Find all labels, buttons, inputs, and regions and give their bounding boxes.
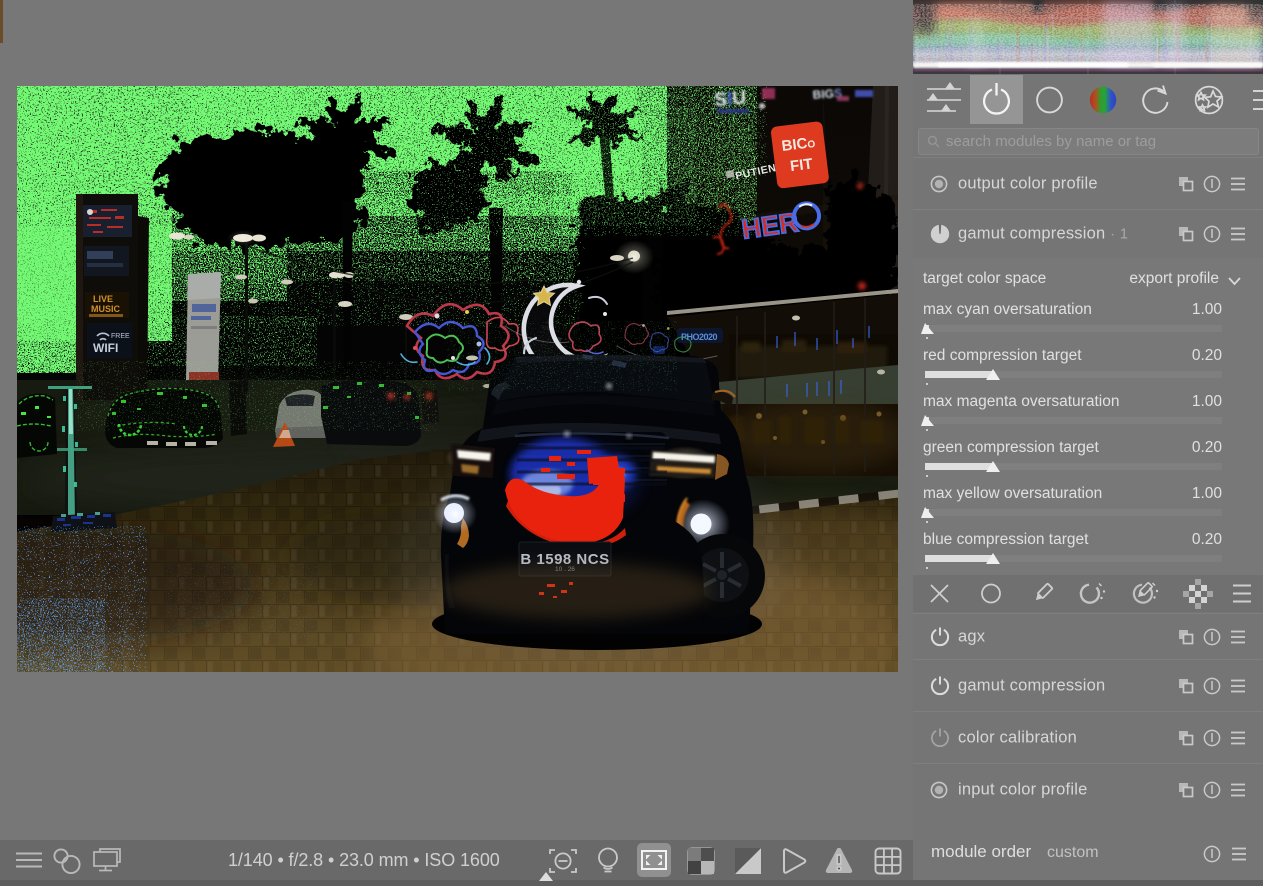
svg-text:FIT: FIT [789, 155, 813, 175]
svg-text:LIVE: LIVE [93, 294, 113, 304]
svg-text:PHO2020: PHO2020 [681, 332, 718, 342]
svg-text:MUSIC: MUSIC [91, 304, 121, 314]
svg-text:SIU: SIU [714, 87, 747, 111]
svg-text:FREE: FREE [111, 333, 130, 340]
svg-text:WIFI: WIFI [93, 341, 118, 355]
